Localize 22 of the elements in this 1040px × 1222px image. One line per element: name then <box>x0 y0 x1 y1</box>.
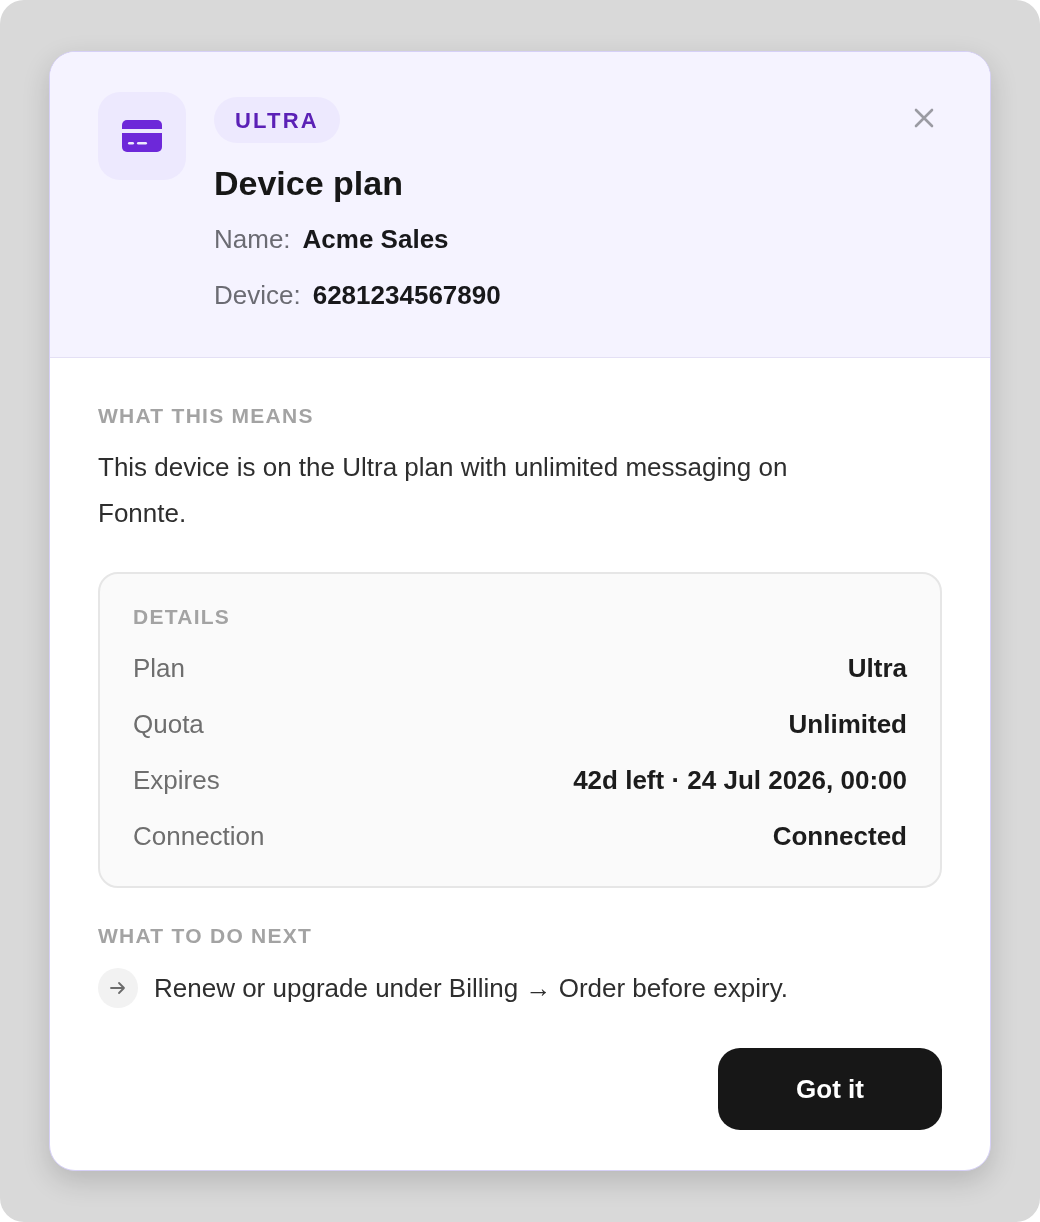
description-text: This device is on the Ultra plan with unlimited messaging on Fonnte. <box>98 451 789 530</box>
detail-value: Connected <box>772 819 907 853</box>
got-it-button[interactable]: Got it <box>718 1048 942 1130</box>
field-value: Acme Sales <box>302 223 449 256</box>
plan-badge: ULTRA <box>214 97 340 143</box>
detail-value: 42d left · 24 Jul 2026, 00:00 <box>573 763 907 797</box>
credit-card-icon <box>98 92 186 180</box>
detail-value: Unlimited <box>788 707 907 741</box>
field-value: 6281234567890 <box>312 279 501 312</box>
section-heading: WHAT TO DO NEXT <box>98 923 314 949</box>
close-icon <box>914 108 934 128</box>
detail-label: Plan <box>133 651 186 685</box>
detail-label: Quota <box>133 707 204 741</box>
detail-value: Ultra <box>847 651 907 685</box>
detail-label: Expires <box>133 763 220 797</box>
dialog-title: Device plan <box>214 163 403 204</box>
section-heading: DETAILS <box>133 604 232 630</box>
detail-label: Connection <box>133 819 265 853</box>
field-label: Name: <box>214 223 291 256</box>
step-text: Renew or upgrade under Billing → Order before expiry. <box>154 972 788 1005</box>
section-heading: WHAT THIS MEANS <box>98 403 315 429</box>
field-label: Device: <box>214 279 301 312</box>
